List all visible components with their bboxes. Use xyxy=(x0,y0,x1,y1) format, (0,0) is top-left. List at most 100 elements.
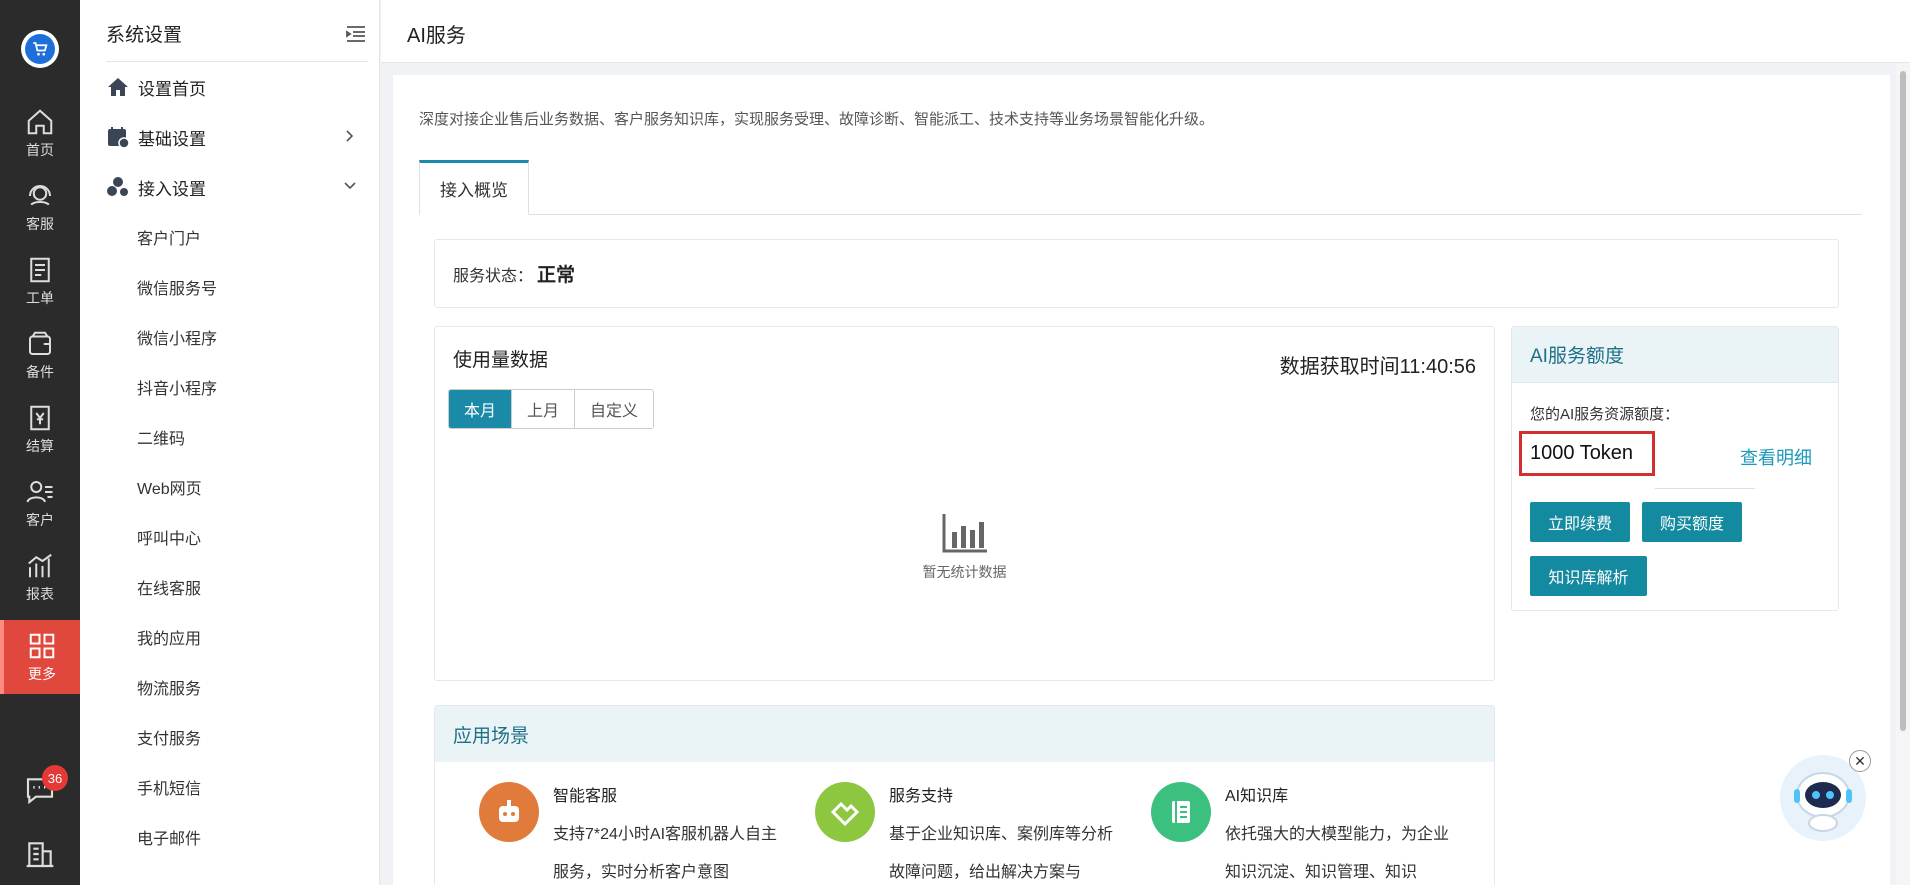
ticket-icon xyxy=(30,257,50,282)
period-last-month[interactable]: 上月 xyxy=(512,390,576,428)
menu-item-label: 二维码 xyxy=(137,431,186,448)
users-icon xyxy=(26,480,53,502)
menu-item-douyin-miniapp[interactable]: 抖音小程序 xyxy=(137,367,217,407)
scroll-thumb[interactable] xyxy=(1900,71,1906,731)
buy-quota-button[interactable]: 购买额度 xyxy=(1642,502,1742,542)
menu-item-label: 物流服务 xyxy=(137,681,202,698)
scene-desc: 基于企业知识库、案例库等分析故障问题，给出解决方案与 xyxy=(889,826,1114,881)
robot-icon xyxy=(479,782,539,842)
rail-label: 备件 xyxy=(26,363,54,380)
menu-label: 设置首页 xyxy=(138,79,206,99)
scenarios-title: 应用场景 xyxy=(435,706,1494,762)
menu-item-sms[interactable]: 手机短信 xyxy=(137,767,201,807)
message-count-badge: 36 xyxy=(42,765,68,791)
cluster-icon xyxy=(107,177,128,196)
menu-item-qrcode[interactable]: 二维码 xyxy=(137,417,185,457)
kb-parse-button[interactable]: 知识库解析 xyxy=(1530,556,1647,596)
chevron-right-icon xyxy=(346,130,354,142)
scene-name: AI知识库 xyxy=(1225,788,1289,805)
tab-bar: 接入概览 xyxy=(419,160,1862,215)
menu-item-my-apps[interactable]: 我的应用 xyxy=(137,617,201,657)
tab-access-overview[interactable]: 接入概览 xyxy=(419,160,529,215)
usage-panel: 使用量数据 数据获取时间11:40:56 本月 上月 自定义 暂无统计数据 xyxy=(434,326,1495,681)
grid-icon xyxy=(29,633,55,658)
menu-item-label: 抖音小程序 xyxy=(137,381,218,398)
period-this-month[interactable]: 本月 xyxy=(449,390,513,428)
rail-label: 首页 xyxy=(26,141,54,158)
menu-item-wechat-service[interactable]: 微信服务号 xyxy=(137,267,217,307)
menu-item-label: 微信小程序 xyxy=(137,331,218,348)
rail-label: 报表 xyxy=(26,585,54,602)
rail-item-settlement[interactable]: 结算 xyxy=(0,392,80,466)
empty-state: 暂无统计数据 xyxy=(435,512,1494,582)
menu-item-label: 客户门户 xyxy=(137,231,202,248)
book-icon xyxy=(1151,782,1211,842)
rail-label: 结算 xyxy=(26,437,54,454)
menu-item-customer-portal[interactable]: 客户门户 xyxy=(137,217,201,257)
view-details-link[interactable]: 查看明细 xyxy=(1740,444,1812,470)
collapse-menu-icon[interactable] xyxy=(344,22,368,46)
menu-item-label: 在线客服 xyxy=(137,581,202,598)
menu-item-logistics[interactable]: 物流服务 xyxy=(137,667,201,707)
status-value: 正常 xyxy=(537,265,576,286)
quota-panel: AI服务额度 您的AI服务资源额度： 1000 Token 查看明细 立即续费 … xyxy=(1511,326,1839,611)
home-icon xyxy=(27,108,53,134)
menu-item-label: 呼叫中心 xyxy=(137,531,202,548)
menu-basic-settings[interactable]: 基础设置 xyxy=(106,117,368,157)
rail-item-parts[interactable]: 备件 xyxy=(0,318,80,392)
menu-item-payment[interactable]: 支付服务 xyxy=(137,717,201,757)
menu-access-settings[interactable]: 接入设置 xyxy=(106,167,368,207)
period-selector: 本月 上月 自定义 xyxy=(448,389,655,429)
vertical-scrollbar[interactable] xyxy=(1896,63,1910,885)
quota-label: 您的AI服务资源额度： xyxy=(1530,406,1680,423)
company-button[interactable] xyxy=(0,838,80,870)
menu-item-call-center[interactable]: 呼叫中心 xyxy=(137,517,201,557)
scene-name: 服务支持 xyxy=(889,788,954,805)
box-icon xyxy=(29,331,51,355)
scenarios-panel: 应用场景 智能客服 支持7*24小时AI客服机器人自主服务，实时分析客户意图 服… xyxy=(434,705,1495,885)
close-assistant-button[interactable]: ✕ xyxy=(1849,750,1871,772)
usage-title: 使用量数据 xyxy=(453,350,549,371)
renew-button[interactable]: 立即续费 xyxy=(1530,502,1630,542)
rail-item-more[interactable]: 更多 xyxy=(0,620,80,694)
menu-settings-home[interactable]: 设置首页 xyxy=(106,67,368,107)
rail-item-ticket[interactable]: 工单 xyxy=(0,244,80,318)
bar-chart-icon xyxy=(942,514,987,553)
chart-icon xyxy=(28,553,52,577)
scene-desc: 依托强大的大模型能力，为企业知识沉淀、知识管理、知识 xyxy=(1225,826,1450,881)
menu-label: 基础设置 xyxy=(138,129,206,149)
robot-avatar-icon xyxy=(1794,772,1852,832)
settings-submenu: 系统设置 设置首页 基础设置 接入设置 客户门户 微信服务号 微信小程序 抖音小… xyxy=(80,0,380,885)
rail-item-customer[interactable]: 客户 xyxy=(0,466,80,540)
service-status: 服务状态： 正常 xyxy=(434,239,1839,308)
period-custom[interactable]: 自定义 xyxy=(575,390,654,428)
page-title: AI服务 xyxy=(407,25,466,47)
rail-item-home[interactable]: 首页 xyxy=(0,96,80,170)
cart-icon xyxy=(33,42,48,56)
home-icon xyxy=(108,78,128,96)
rail-label: 工单 xyxy=(26,289,54,306)
menu-item-label: Web网页 xyxy=(137,481,202,498)
main-nav-rail: 首页 客服 工单 备件 结算 客户 报表 更多 36 xyxy=(0,0,80,885)
service-description: 深度对接企业售后业务数据、客户服务知识库，实现服务受理、故障诊断、智能派工、技术… xyxy=(419,111,1215,128)
status-label: 服务状态： xyxy=(453,267,534,285)
rail-item-service[interactable]: 客服 xyxy=(0,170,80,244)
scene-name: 智能客服 xyxy=(553,788,618,805)
token-amount: 1000 Token xyxy=(1519,431,1655,476)
page-header: AI服务 xyxy=(381,0,1910,63)
rail-item-report[interactable]: 报表 xyxy=(0,540,80,614)
menu-item-web[interactable]: Web网页 xyxy=(137,467,202,507)
menu-item-label: 我的应用 xyxy=(137,631,202,648)
menu-item-email[interactable]: 电子邮件 xyxy=(137,817,201,857)
menu-item-wechat-miniapp[interactable]: 微信小程序 xyxy=(137,317,217,357)
quota-title: AI服务额度 xyxy=(1512,327,1838,383)
empty-text: 暂无统计数据 xyxy=(922,564,1007,580)
messages-button[interactable] xyxy=(0,774,80,806)
main-content: 深度对接企业售后业务数据、客户服务知识库，实现服务受理、故障诊断、智能派工、技术… xyxy=(393,75,1890,885)
rail-label: 客服 xyxy=(26,215,54,232)
app-logo[interactable] xyxy=(21,30,59,68)
menu-label: 接入设置 xyxy=(138,179,206,199)
menu-item-online-service[interactable]: 在线客服 xyxy=(137,567,201,607)
submenu-title: 系统设置 xyxy=(106,25,183,46)
calendar-gear-icon xyxy=(108,127,130,149)
